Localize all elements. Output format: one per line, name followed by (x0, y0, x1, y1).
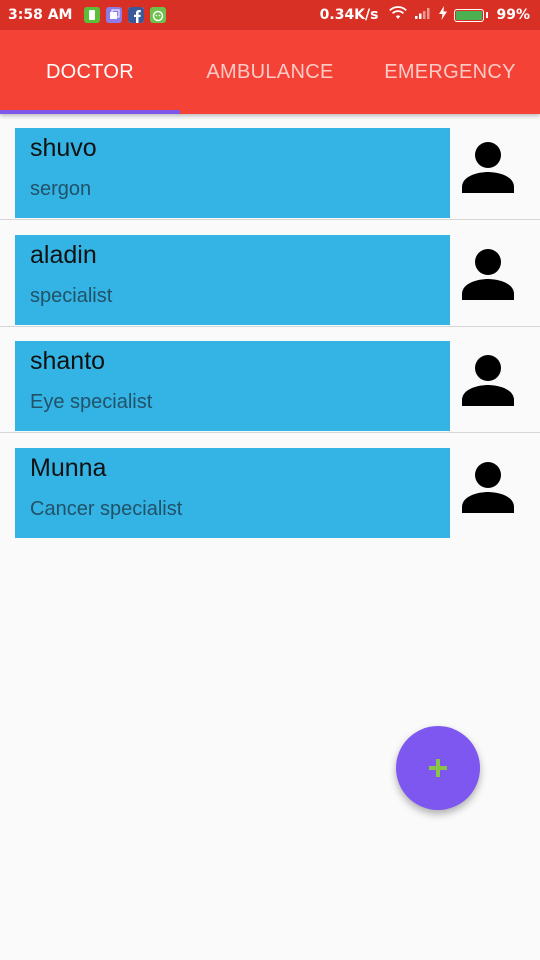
status-bar: 3:58 AM 0.34K/s 99% (0, 0, 540, 30)
wifi-icon (388, 5, 408, 25)
status-bar-left: 3:58 AM (8, 7, 167, 23)
add-doctor-button[interactable] (396, 726, 480, 810)
list-item[interactable]: shuvo sergon (0, 114, 540, 220)
doctor-name: shuvo (30, 134, 97, 162)
person-icon (462, 249, 514, 300)
person-icon (462, 142, 514, 193)
doctor-name: Munna (30, 454, 107, 482)
network-speed: 0.34K/s (319, 7, 379, 23)
clipboard-icon (84, 7, 101, 23)
android-icon (150, 7, 167, 23)
list-item[interactable]: Munna Cancer specialist (0, 434, 540, 540)
signal-icon (414, 6, 432, 24)
list-item[interactable]: aladin specialist (0, 221, 540, 327)
doctor-name: aladin (30, 241, 97, 269)
doctor-specialty: Cancer specialist (30, 498, 183, 520)
app-icon (106, 7, 123, 23)
status-time: 3:58 AM (8, 7, 73, 23)
battery-percent: 99% (496, 7, 530, 23)
charging-icon (438, 6, 448, 24)
tab-ambulance[interactable]: AMBULANCE (180, 30, 360, 114)
tab-bar: DOCTOR AMBULANCE EMERGENCY (0, 30, 540, 114)
doctor-card[interactable]: shuvo sergon (15, 128, 450, 218)
doctor-card[interactable]: Munna Cancer specialist (15, 448, 450, 538)
doctor-name: shanto (30, 347, 106, 375)
doctor-specialty: sergon (30, 178, 92, 200)
doctor-card[interactable]: shanto Eye specialist (15, 341, 450, 431)
status-bar-right: 0.34K/s 99% (320, 5, 530, 25)
facebook-icon (128, 7, 145, 23)
list-item[interactable]: shanto Eye specialist (0, 327, 540, 433)
plus-icon (429, 759, 447, 777)
tab-emergency[interactable]: EMERGENCY (360, 30, 540, 114)
doctor-card[interactable]: aladin specialist (15, 235, 450, 325)
doctor-specialty: Eye specialist (30, 391, 153, 413)
tab-doctor[interactable]: DOCTOR (0, 30, 180, 114)
doctor-specialty: specialist (30, 285, 113, 307)
person-icon (462, 355, 514, 406)
person-icon (462, 462, 514, 513)
battery-icon (454, 8, 489, 22)
